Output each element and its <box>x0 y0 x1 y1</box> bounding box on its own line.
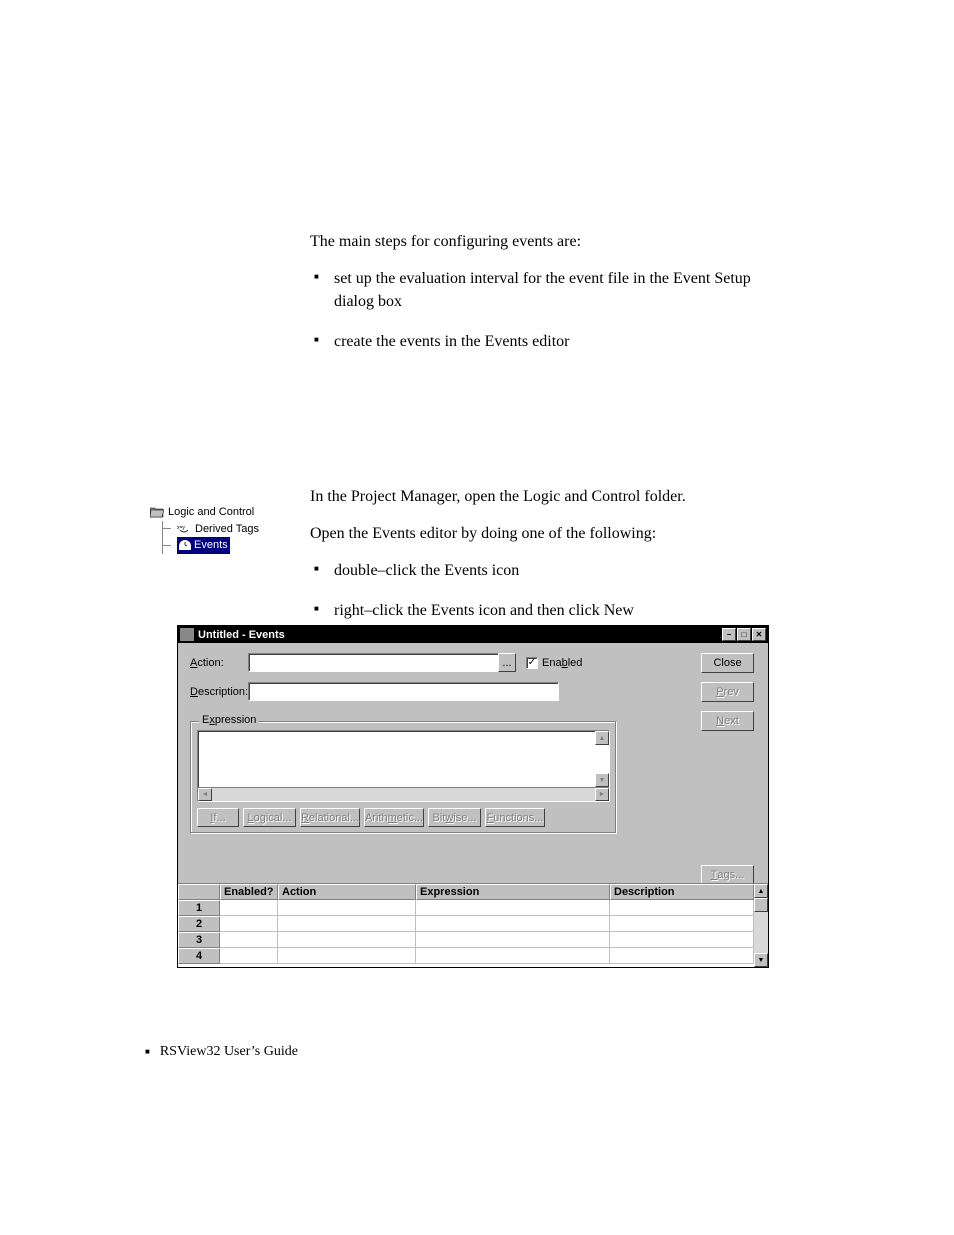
svg-text:x=y: x=y <box>177 525 185 531</box>
grid-corner[interactable] <box>178 884 220 900</box>
col-enabled[interactable]: Enabled? <box>220 884 278 900</box>
scroll-down-button[interactable]: ▼ <box>595 773 609 787</box>
tree-label: Events <box>194 537 228 554</box>
intro-paragraph: The main steps for configuring events ar… <box>310 230 780 253</box>
enabled-label: Enabled <box>542 657 582 669</box>
grid-header: Enabled? Action Expression Description <box>178 884 754 900</box>
logical-button[interactable]: Logical... <box>243 808 296 827</box>
project-tree: Logic and Control x=y Derived Tags Event… <box>150 504 280 554</box>
row-header[interactable]: 2 <box>178 916 220 932</box>
description-input[interactable] <box>248 682 559 701</box>
action-input[interactable] <box>248 653 499 672</box>
prev-button[interactable]: Prev <box>701 682 754 702</box>
titlebar[interactable]: Untitled - Events − □ ✕ <box>178 626 768 643</box>
cell[interactable] <box>220 900 278 916</box>
cell[interactable] <box>416 932 610 948</box>
table-row[interactable]: 1 <box>178 900 754 916</box>
close-window-button[interactable]: ✕ <box>752 628 766 641</box>
cell[interactable] <box>278 900 416 916</box>
description-label: Description: <box>190 686 248 698</box>
scroll-down-button[interactable]: ▼ <box>754 953 768 967</box>
action-browse-button[interactable]: ... <box>498 653 516 672</box>
bullet-create-events: create the events in the Events editor <box>334 330 780 353</box>
scroll-left-button[interactable]: ◄ <box>198 788 212 801</box>
cell[interactable] <box>220 932 278 948</box>
next-button[interactable]: Next <box>701 711 754 731</box>
bullet-double-click: double–click the Events icon <box>334 559 830 582</box>
cell[interactable] <box>416 916 610 932</box>
cell[interactable] <box>278 948 416 964</box>
table-row[interactable]: 2 <box>178 916 754 932</box>
close-button[interactable]: Close <box>701 653 754 673</box>
events-editor-window: Untitled - Events − □ ✕ Action: ... ✓ En… <box>177 625 769 968</box>
tags-button[interactable]: Tags... <box>701 865 754 885</box>
page-footer: ■ RSView32 User’s Guide <box>145 1044 298 1060</box>
footer-text: RSView32 User’s Guide <box>160 1044 298 1060</box>
cell[interactable] <box>610 916 754 932</box>
tree-node-events[interactable]: Events <box>162 537 280 554</box>
tree-node-derived-tags[interactable]: x=y Derived Tags <box>162 521 280 538</box>
table-row[interactable]: 3 <box>178 932 754 948</box>
events-icon <box>179 540 191 550</box>
cell[interactable] <box>278 916 416 932</box>
arithmetic-button[interactable]: Arithmetic... <box>364 808 424 827</box>
tree-label: Logic and Control <box>168 504 254 521</box>
cell[interactable] <box>416 900 610 916</box>
cell[interactable] <box>610 932 754 948</box>
table-row[interactable]: 4 <box>178 948 754 964</box>
paragraph-open-folder: In the Project Manager, open the Logic a… <box>310 485 830 508</box>
bitwise-button[interactable]: Bitwise... <box>428 808 481 827</box>
paragraph-open-editor: Open the Events editor by doing one of t… <box>310 522 830 545</box>
action-label: Action: <box>190 657 248 669</box>
scroll-up-button[interactable]: ▲ <box>754 884 768 898</box>
expression-textarea[interactable]: ▲ ▼ ◄ ► <box>197 730 610 802</box>
scroll-thumb[interactable] <box>754 898 768 912</box>
tree-node-logic-control[interactable]: Logic and Control <box>150 504 280 521</box>
cell[interactable] <box>220 948 278 964</box>
horizontal-scrollbar[interactable]: ◄ ► <box>198 787 609 801</box>
enabled-checkbox[interactable]: ✓ Enabled <box>526 657 582 669</box>
cell[interactable] <box>610 948 754 964</box>
events-grid: Enabled? Action Expression Description 1… <box>178 883 768 967</box>
cell[interactable] <box>416 948 610 964</box>
checkbox-icon: ✓ <box>526 657 538 669</box>
col-action[interactable]: Action <box>278 884 416 900</box>
derived-tags-icon: x=y <box>177 523 191 534</box>
scroll-up-button[interactable]: ▲ <box>595 731 609 745</box>
functions-button[interactable]: Functions... <box>485 808 545 827</box>
col-description[interactable]: Description <box>610 884 754 900</box>
if-button[interactable]: If... <box>197 808 239 827</box>
tree-label: Derived Tags <box>195 521 259 538</box>
cell[interactable] <box>610 900 754 916</box>
restore-button[interactable]: □ <box>737 628 751 641</box>
cell[interactable] <box>278 932 416 948</box>
minimize-button[interactable]: − <box>722 628 736 641</box>
col-expression[interactable]: Expression <box>416 884 610 900</box>
folder-open-icon <box>150 507 164 518</box>
expression-group: Expression ▲ ▼ ◄ ► If... Logical... Rela… <box>190 721 617 834</box>
row-header[interactable]: 3 <box>178 932 220 948</box>
cell[interactable] <box>220 916 278 932</box>
bullet-right-click: right–click the Events icon and then cli… <box>334 599 830 622</box>
bullet-icon: ■ <box>145 1047 150 1056</box>
grid-scrollbar[interactable]: ▲ ▼ <box>754 884 768 967</box>
window-title: Untitled - Events <box>198 629 285 641</box>
window-icon <box>180 628 194 641</box>
scroll-right-button[interactable]: ► <box>595 788 609 801</box>
row-header[interactable]: 1 <box>178 900 220 916</box>
bullet-setup-interval: set up the evaluation interval for the e… <box>334 267 780 313</box>
row-header[interactable]: 4 <box>178 948 220 964</box>
relational-button[interactable]: Relational... <box>300 808 360 827</box>
expression-legend: Expression <box>199 714 259 726</box>
